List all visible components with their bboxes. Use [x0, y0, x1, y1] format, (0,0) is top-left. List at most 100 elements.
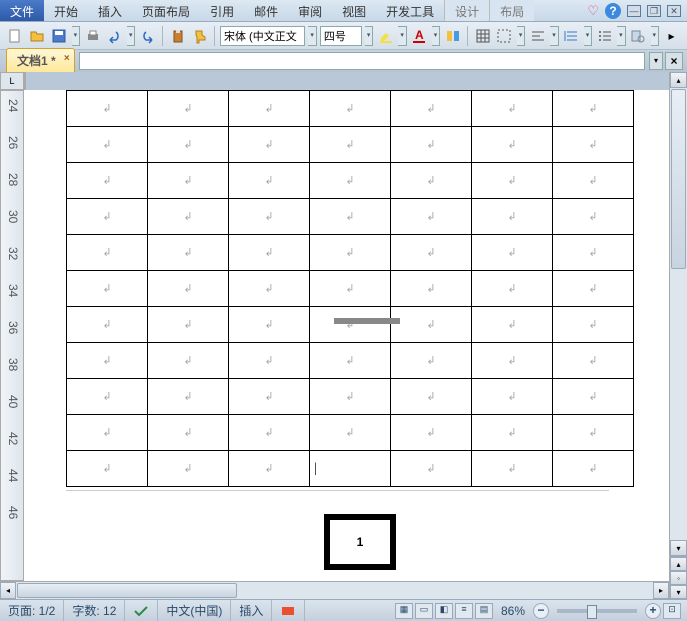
table-cell[interactable]: ↲ [148, 415, 229, 451]
align-dropdown[interactable]: ▾ [550, 26, 559, 46]
zoom-in-button[interactable]: + [645, 603, 661, 619]
font-select[interactable]: 宋体 (中文正文 [220, 26, 305, 46]
save-dropdown[interactable]: ▾ [72, 26, 81, 46]
table-cell[interactable]: ↲ [391, 379, 472, 415]
menu-mail[interactable]: 邮件 [244, 0, 288, 21]
table-cell[interactable]: ↲ [229, 163, 310, 199]
fit-button[interactable]: ⊡ [663, 603, 681, 619]
table-cell[interactable]: ↲ [310, 379, 391, 415]
table-cell[interactable]: ↲ [391, 235, 472, 271]
status-language[interactable]: 中文(中国) [158, 600, 231, 621]
table-cell[interactable]: ↲ [229, 127, 310, 163]
hscroll-thumb[interactable] [17, 583, 237, 598]
table-cell[interactable]: ↲ [391, 415, 472, 451]
document-table[interactable]: ↲↲↲↲↲↲↲↲↲↲↲↲↲↲↲↲↲↲↲↲↲↲↲↲↲↲↲↲↲↲↲↲↲↲↲↲↲↲↲↲… [66, 90, 634, 487]
size-dropdown[interactable]: ▾ [365, 26, 374, 46]
table-cell[interactable]: ↲ [148, 271, 229, 307]
table-cell[interactable]: ↲ [310, 415, 391, 451]
menu-file[interactable]: 文件 [0, 0, 44, 21]
open-button[interactable] [28, 26, 47, 46]
prev-page-button[interactable]: ▴ [670, 557, 687, 571]
align-button[interactable] [528, 26, 547, 46]
help-icon[interactable]: ? [605, 3, 621, 19]
borders-dropdown[interactable]: ▾ [517, 26, 526, 46]
table-cell[interactable]: ↲ [148, 379, 229, 415]
table-cell[interactable]: ↲ [310, 235, 391, 271]
table-cell[interactable]: ↲ [472, 199, 553, 235]
restore-button[interactable]: ❐ [647, 5, 661, 17]
font-dropdown[interactable]: ▾ [308, 26, 317, 46]
document-tab[interactable]: 文档1 *× [6, 48, 75, 72]
linespace-button[interactable] [562, 26, 581, 46]
borders-button[interactable] [495, 26, 514, 46]
vertical-ruler[interactable]: 242628303234363840424446 [0, 90, 24, 581]
table-cell[interactable]: ↲ [148, 235, 229, 271]
scroll-right-button[interactable]: ▸ [653, 582, 669, 599]
table-cell[interactable]: ↲ [310, 127, 391, 163]
heart-icon[interactable]: ♡ [587, 3, 599, 19]
table-cell[interactable]: ↲ [229, 343, 310, 379]
linespace-dropdown[interactable]: ▾ [584, 26, 593, 46]
table-cell[interactable]: ↲ [148, 451, 229, 487]
next-page-button[interactable]: ▾ [670, 585, 687, 599]
view-draft-button[interactable]: ▤ [475, 603, 493, 619]
scroll-left-button[interactable]: ◂ [0, 582, 16, 599]
table-cell[interactable]: ↲ [148, 163, 229, 199]
table-cell[interactable]: ↲ [391, 451, 472, 487]
menu-insert[interactable]: 插入 [88, 0, 132, 21]
undo-dropdown[interactable]: ▾ [127, 26, 136, 46]
horizontal-scrollbar[interactable]: ◂ ▸ [0, 581, 669, 599]
table-cell[interactable]: ↲ [472, 415, 553, 451]
highlight-button[interactable] [376, 26, 395, 46]
undo-button[interactable] [105, 26, 124, 46]
table-cell[interactable]: ↲ [472, 163, 553, 199]
menu-dev[interactable]: 开发工具 [376, 0, 444, 21]
find-button[interactable] [629, 26, 648, 46]
table-cell[interactable]: ↲ [472, 379, 553, 415]
new-button[interactable] [6, 26, 25, 46]
redo-button[interactable] [138, 26, 157, 46]
table-cell[interactable]: ↲ [391, 127, 472, 163]
menu-view[interactable]: 视图 [332, 0, 376, 21]
size-select[interactable]: 四号 [320, 26, 362, 46]
table-cell[interactable]: ↲ [229, 91, 310, 127]
table-cell[interactable]: ↲ [148, 91, 229, 127]
table-cell[interactable]: ↲ [67, 379, 148, 415]
table-cell[interactable]: ↲ [391, 307, 472, 343]
table-cell[interactable]: ↲ [67, 451, 148, 487]
table-cell[interactable]: ↲ [391, 91, 472, 127]
table-cell[interactable]: ↲ [553, 415, 634, 451]
table-cell[interactable]: ↲ [310, 271, 391, 307]
table-cell[interactable]: ↲ [472, 91, 553, 127]
horizontal-ruler[interactable]: 2468101214161820222426283032343638404244… [24, 72, 26, 90]
list-dropdown[interactable]: ▾ [617, 26, 626, 46]
paste-button[interactable] [168, 26, 187, 46]
table-cell[interactable]: ↲ [391, 163, 472, 199]
table-cell[interactable]: ↲ [310, 163, 391, 199]
close-button[interactable]: ✕ [667, 5, 681, 17]
address-bar[interactable] [79, 52, 645, 70]
zoom-value[interactable]: 86% [501, 604, 525, 618]
vertical-scrollbar[interactable]: ▴ ▾ ▴ ◦ ▾ [669, 72, 687, 599]
ruler-corner[interactable]: L [0, 72, 24, 90]
table-cell[interactable]: ↲ [67, 307, 148, 343]
page-number-field[interactable]: 1 [324, 514, 396, 570]
table-cell[interactable]: ↲ [148, 307, 229, 343]
table-cell[interactable]: ↲ [229, 307, 310, 343]
zoom-out-button[interactable]: − [533, 603, 549, 619]
font-color-dropdown[interactable]: ▾ [432, 26, 441, 46]
table-cell[interactable]: ↲ [67, 91, 148, 127]
table-cell[interactable]: ↲ [310, 307, 391, 343]
table-cell[interactable]: ↲ [553, 199, 634, 235]
zoom-slider[interactable] [557, 609, 637, 613]
table-cell[interactable]: ↲ [391, 199, 472, 235]
view-outline-button[interactable]: ≡ [455, 603, 473, 619]
table-cell[interactable]: ↲ [229, 451, 310, 487]
table-cell[interactable]: ↲ [67, 163, 148, 199]
view-print-button[interactable]: ▦ [395, 603, 413, 619]
table-cell[interactable]: ↲ [472, 127, 553, 163]
table-cell[interactable]: ↲ [553, 307, 634, 343]
browse-object-button[interactable]: ◦ [670, 571, 687, 585]
table-cell[interactable]: ↲ [310, 91, 391, 127]
menu-design[interactable]: 设计 [444, 0, 489, 21]
